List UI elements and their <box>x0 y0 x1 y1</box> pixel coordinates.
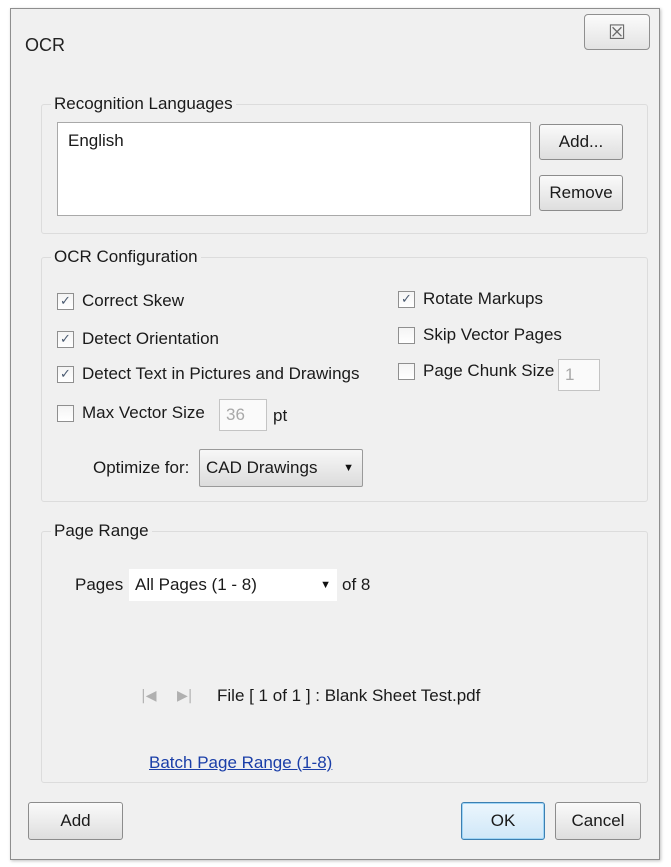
detect-orientation-checkbox[interactable]: ✓ Detect Orientation <box>57 329 219 349</box>
detect-orientation-label: Detect Orientation <box>82 329 220 348</box>
checkbox-box[interactable]: ✓ <box>398 290 415 308</box>
correct-skew-label: Correct Skew <box>82 291 185 310</box>
first-file-icon[interactable]: |◀ <box>141 688 156 704</box>
rotate-markups-label: Rotate Markups <box>423 289 543 308</box>
cancel-button[interactable]: Cancel <box>555 802 641 840</box>
checkbox-box[interactable]: ✓ <box>57 330 74 348</box>
optimize-for-select[interactable]: CAD Drawings ▼ <box>199 449 363 487</box>
check-icon: ✓ <box>401 291 412 307</box>
optimize-for-label: Optimize for: <box>93 458 190 477</box>
dialog-title: OCR <box>25 35 65 55</box>
rotate-markups-checkbox[interactable]: ✓ Rotate Markups <box>398 289 543 309</box>
add-button[interactable]: Add <box>28 802 123 840</box>
max-vector-size-label: Max Vector Size <box>82 403 205 422</box>
language-item-english[interactable]: English <box>68 131 124 151</box>
pages-value: All Pages (1 - 8) <box>135 575 257 594</box>
optimize-for-value: CAD Drawings <box>206 458 318 477</box>
checkbox-box[interactable] <box>57 404 74 422</box>
page-chunk-size-checkbox[interactable]: Page Chunk Size <box>398 361 554 381</box>
checkbox-box[interactable]: ✓ <box>57 292 74 310</box>
batch-page-range-link[interactable]: Batch Page Range (1-8) <box>149 753 332 773</box>
file-info: File [ 1 of 1 ] : Blank Sheet Test.pdf <box>217 686 481 705</box>
detect-text-pictures-checkbox[interactable]: ✓ Detect Text in Pictures and Drawings <box>57 364 359 384</box>
check-icon: ✓ <box>60 366 71 382</box>
pages-select[interactable]: All Pages (1 - 8) ▼ <box>129 569 337 601</box>
correct-skew-checkbox[interactable]: ✓ Correct Skew <box>57 291 184 311</box>
close-icon: ☒ <box>608 20 626 44</box>
ocr-dialog: OCR ☒ Recognition Languages English Add.… <box>10 8 660 860</box>
chevron-down-icon: ▼ <box>320 579 331 591</box>
next-file-icon[interactable]: ▶| <box>177 688 192 704</box>
remove-language-button[interactable]: Remove <box>539 175 623 211</box>
checkbox-box[interactable]: ✓ <box>57 365 74 383</box>
add-language-button[interactable]: Add... <box>539 124 623 160</box>
skip-vector-pages-checkbox[interactable]: Skip Vector Pages <box>398 325 562 345</box>
check-icon: ✓ <box>60 331 71 347</box>
page-chunk-size-label: Page Chunk Size <box>423 361 555 380</box>
checkbox-box[interactable] <box>398 362 415 380</box>
pages-label: Pages <box>75 575 124 594</box>
pages-total: of 8 <box>342 575 371 594</box>
skip-vector-pages-label: Skip Vector Pages <box>423 325 562 344</box>
max-vector-size-input[interactable]: 36 <box>219 399 267 431</box>
checkbox-box[interactable] <box>398 326 415 344</box>
detect-text-pictures-label: Detect Text in Pictures and Drawings <box>82 364 360 383</box>
page-chunk-size-input[interactable]: 1 <box>558 359 600 391</box>
close-button[interactable]: ☒ <box>584 14 650 50</box>
ocr-configuration-label: OCR Configuration <box>51 247 201 267</box>
check-icon: ✓ <box>60 293 71 309</box>
max-vector-size-unit: pt <box>273 406 288 425</box>
languages-listbox[interactable]: English <box>57 122 531 216</box>
recognition-languages-label: Recognition Languages <box>51 94 236 114</box>
page-range-label: Page Range <box>51 521 152 541</box>
max-vector-size-checkbox[interactable]: Max Vector Size <box>57 403 205 423</box>
chevron-down-icon: ▼ <box>343 462 354 474</box>
ok-button[interactable]: OK <box>461 802 545 840</box>
